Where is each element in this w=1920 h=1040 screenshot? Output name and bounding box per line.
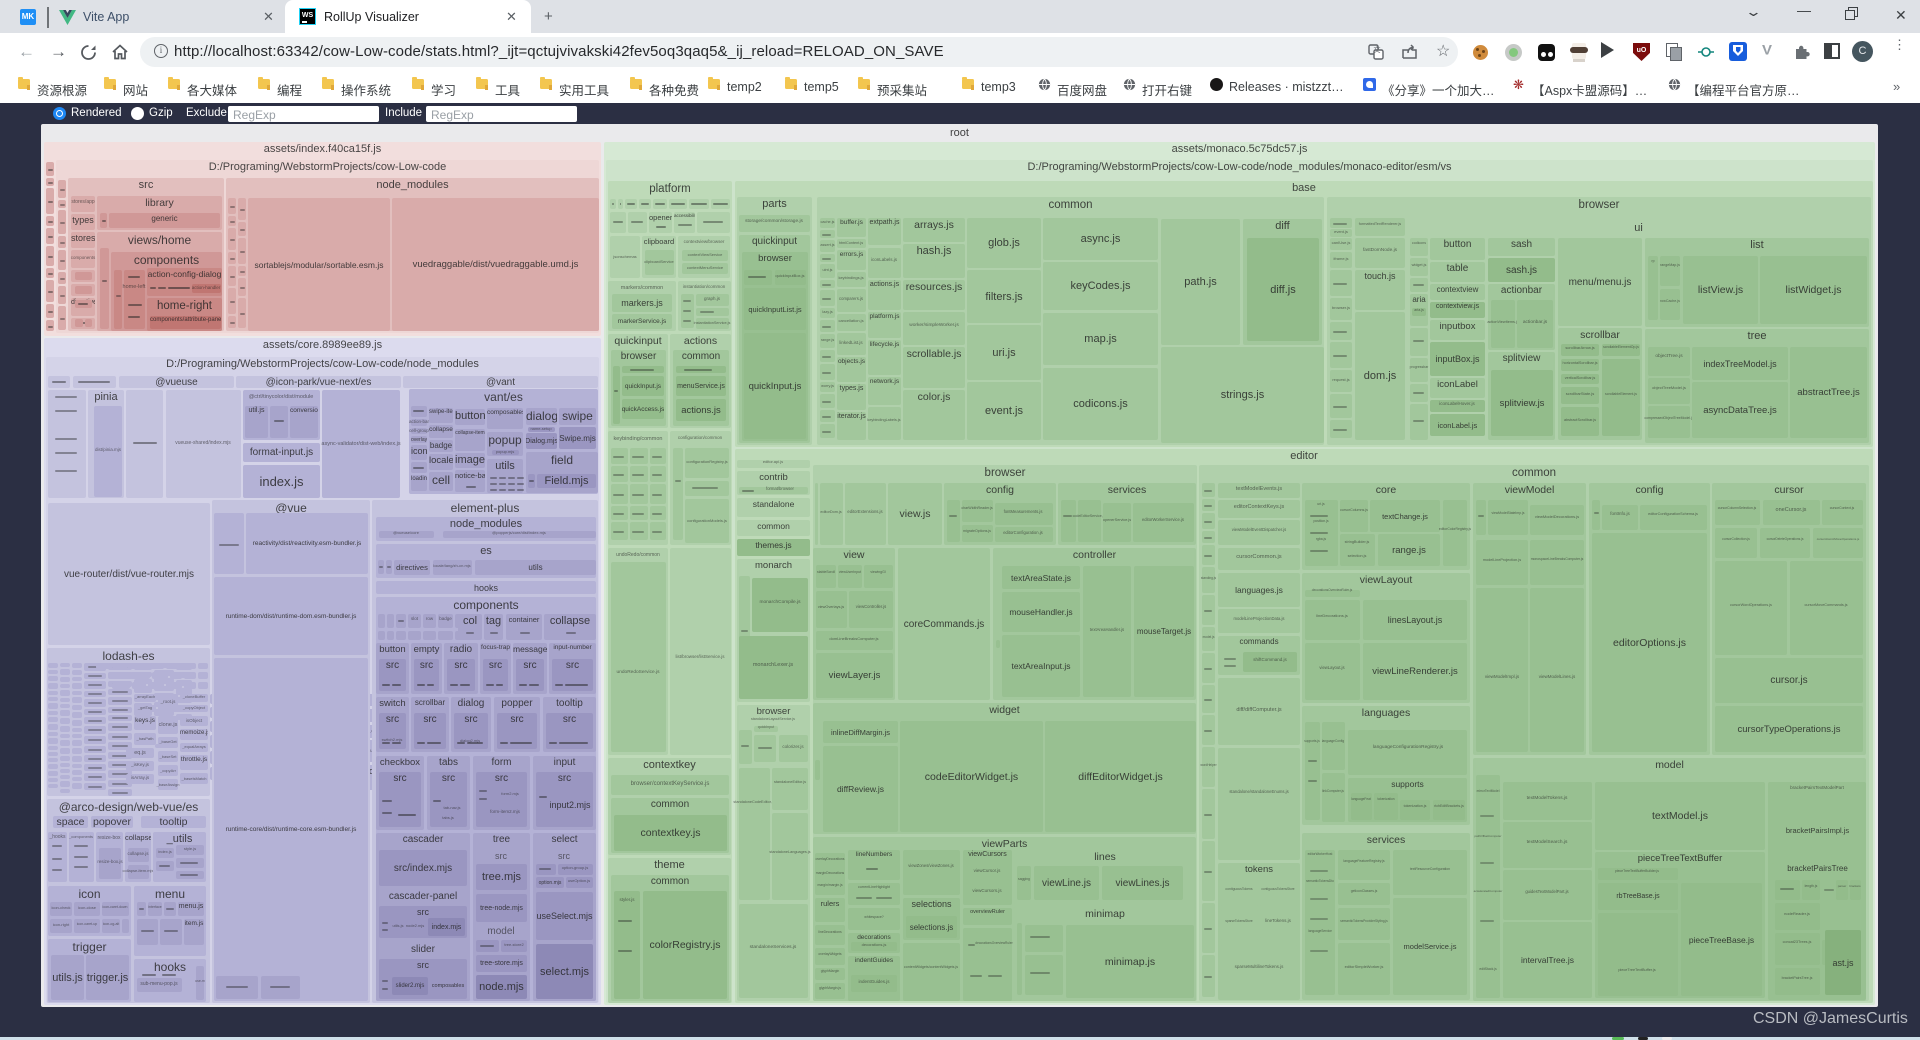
- svg-text:文: 文: [1374, 45, 1381, 54]
